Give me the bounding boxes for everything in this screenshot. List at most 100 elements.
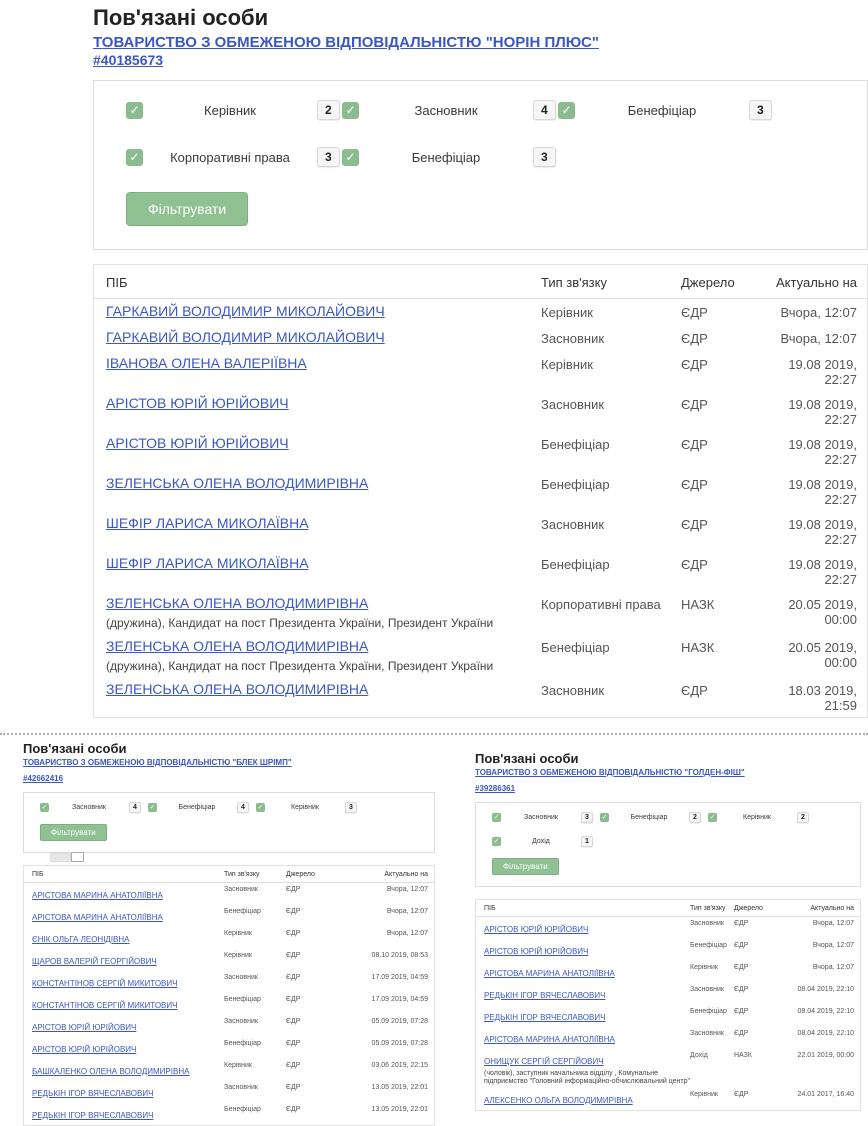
filter-label: Керівник <box>155 103 305 118</box>
checkbox-checked[interactable]: ✓ <box>492 837 501 846</box>
page-title: Пов'язані особи <box>93 5 868 31</box>
checkbox-checked[interactable]: ✓ <box>600 813 609 822</box>
company-code-link[interactable]: #39286361 <box>475 784 515 794</box>
relation-type: Бенефіціар <box>224 1039 286 1047</box>
actual-date: 22.01 2019, 00:00 <box>774 1051 854 1059</box>
checkbox-checked[interactable]: ✓ <box>558 102 575 119</box>
person-link[interactable]: ОНИЩУК СЕРГІЙ СЕРГІЙОВИЧ <box>484 1057 604 1066</box>
filter-button[interactable]: Фільтрувати <box>492 858 559 875</box>
source: ЄДР <box>681 435 776 452</box>
company-code-link[interactable]: #40185673 <box>93 52 163 69</box>
person-link[interactable]: АРІСТОВ ЮРІЙ ЮРІЙОВИЧ <box>32 1023 136 1032</box>
source: ЄДР <box>734 941 774 949</box>
checkbox-checked[interactable]: ✓ <box>148 803 157 812</box>
actual-date: 03.06 2019, 22:15 <box>336 1061 428 1069</box>
filter-panel: ✓Засновник3✓Бенефіціар2✓Керівник2✓Дохід1… <box>475 802 861 887</box>
person-link[interactable]: РЕДЬКІН ІГОР ВЯЧЕСЛАВОВИЧ <box>484 991 605 1000</box>
source: ЄДР <box>286 1105 336 1113</box>
person-link[interactable]: РЕДЬКІН ІГОР ВЯЧЕСЛАВОВИЧ <box>484 1013 605 1022</box>
person-link[interactable]: АРІСТОВ ЮРІЙ ЮРІЙОВИЧ <box>106 435 289 451</box>
person-link[interactable]: ГАРКАВИЙ ВОЛОДИМИР МИКОЛАЙОВИЧ <box>106 303 385 319</box>
filter-label: Дохід <box>509 838 573 845</box>
person-link[interactable]: ЗЕЛЕНСЬКА ОЛЕНА ВОЛОДИМИРІВНА <box>106 475 368 491</box>
checkbox-checked[interactable]: ✓ <box>492 813 501 822</box>
filter-button[interactable]: Фільтрувати <box>40 824 107 841</box>
company-link[interactable]: ТОВАРИСТВО З ОБМЕЖЕНОЮ ВІДПОВІДАЛЬНІСТЮ … <box>93 34 868 52</box>
person-link[interactable]: ЩАРОВ ВАЛЕРІЙ ГЕОРГІЙОВИЧ <box>32 957 157 966</box>
col-header-source: Джерело <box>681 275 776 290</box>
source: ЄДР <box>734 919 774 927</box>
relation-type: Корпоративні права <box>541 595 681 612</box>
actual-date: 20.05 2019, 00:00 <box>776 638 857 670</box>
source: ЄДР <box>681 555 776 572</box>
person-subtitle: (дружина), Кандидат на пост Президента У… <box>106 616 541 630</box>
checkbox-checked[interactable]: ✓ <box>256 803 265 812</box>
person-link[interactable]: БАШКАЛЕНКО ОЛЕНА ВОЛОДИМИРІВНА <box>32 1067 189 1076</box>
person-link[interactable]: АРІСТОВ ЮРІЙ ЮРІЙОВИЧ <box>484 925 588 934</box>
actual-date: 19.08 2019, 22:27 <box>776 435 857 467</box>
table-row: АРІСТОВА МАРИНА АНАТОЛІЇВНАКерівникЄДРВч… <box>476 961 860 983</box>
checkbox-checked[interactable]: ✓ <box>708 813 717 822</box>
cutoff-element <box>50 853 71 862</box>
person-link[interactable]: АЛЕКСЕНКО ОЛЬГА ВОЛОДИМИРІВНА <box>484 1096 633 1105</box>
filter-label: Засновник <box>509 814 573 821</box>
filter-label: Засновник <box>371 103 521 118</box>
filter-label: Бенефіціар <box>371 150 521 165</box>
person-link[interactable]: АРІСТОВА МАРИНА АНАТОЛІЇВНА <box>32 913 163 922</box>
table-row: АРІСТОВА МАРИНА АНАТОЛІЇВНАБенефіціарЄДР… <box>24 905 434 927</box>
relation-type: Керівник <box>224 1061 286 1069</box>
person-link[interactable]: РЕДЬКІН ІГОР ВЯЧЕСЛАВОВИЧ <box>32 1089 153 1098</box>
checkbox-checked[interactable]: ✓ <box>342 102 359 119</box>
table-body: ГАРКАВИЙ ВОЛОДИМИР МИКОЛАЙОВИЧКерівникЄД… <box>94 299 867 717</box>
filter-label: Засновник <box>57 804 121 811</box>
relation-type: Бенефіціар <box>690 941 734 949</box>
person-link[interactable]: АРІСТОВА МАРИНА АНАТОЛІЇВНА <box>484 1035 615 1044</box>
checkbox-checked[interactable]: ✓ <box>40 803 49 812</box>
source: ЄДР <box>734 1029 774 1037</box>
person-name-cell: БАШКАЛЕНКО ОЛЕНА ВОЛОДИМИРІВНА <box>32 1061 224 1079</box>
table-row: АРІСТОВ ЮРІЙ ЮРІЙОВИЧБенефіціарЄДР19.08 … <box>94 431 867 471</box>
person-link[interactable]: КОНСТАНТІНОВ СЕРГІЙ МИКИТОВИЧ <box>32 979 177 988</box>
person-link[interactable]: АРІСТОВ ЮРІЙ ЮРІЙОВИЧ <box>32 1045 136 1054</box>
filter-count-badge: 4 <box>237 802 249 813</box>
person-link[interactable]: ГАРКАВИЙ ВОЛОДИМИР МИКОЛАЙОВИЧ <box>106 329 385 345</box>
actual-date: 19.08 2019, 22:27 <box>776 555 857 587</box>
col-header-type: Тип зв'язку <box>690 905 734 912</box>
person-link[interactable]: ЄНІК ОЛЬГА ЛЕОНІДІВНА <box>32 935 130 944</box>
person-link[interactable]: ШЕФІР ЛАРИСА МИКОЛАЇВНА <box>106 555 309 571</box>
source: ЄДР <box>286 1061 336 1069</box>
person-name-cell: АРІСТОВ ЮРІЙ ЮРІЙОВИЧ <box>484 919 690 937</box>
person-link[interactable]: ЗЕЛЕНСЬКА ОЛЕНА ВОЛОДИМИРІВНА <box>106 638 368 654</box>
filter-option: ✓Керівник2 <box>708 812 816 823</box>
checkbox-checked[interactable]: ✓ <box>126 149 143 166</box>
company-link[interactable]: ТОВАРИСТВО З ОБМЕЖЕНОЮ ВІДПОВІДАЛЬНІСТЮ … <box>475 768 861 778</box>
person-link[interactable]: ІВАНОВА ОЛЕНА ВАЛЕРІЇВНА <box>106 355 307 371</box>
person-link[interactable]: АРІСТОВ ЮРІЙ ЮРІЙОВИЧ <box>106 395 289 411</box>
checkbox-checked[interactable]: ✓ <box>126 102 143 119</box>
checkbox-checked[interactable]: ✓ <box>342 149 359 166</box>
person-link[interactable]: ЗЕЛЕНСЬКА ОЛЕНА ВОЛОДИМИРІВНА <box>106 681 368 697</box>
person-link[interactable]: АРІСТОВА МАРИНА АНАТОЛІЇВНА <box>484 969 615 978</box>
person-link[interactable]: АРІСТОВ ЮРІЙ ЮРІЙОВИЧ <box>484 947 588 956</box>
person-link[interactable]: ШЕФІР ЛАРИСА МИКОЛАЇВНА <box>106 515 309 531</box>
relation-type: Бенефіціар <box>224 1105 286 1113</box>
person-link[interactable]: КОНСТАНТІНОВ СЕРГІЙ МИКИТОВИЧ <box>32 1001 177 1010</box>
table-row: АЛЕКСЕНКО ОЛЬГА ВОЛОДИМИРІВНАКерівникЄДР… <box>476 1088 860 1110</box>
person-name-cell: АРІСТОВ ЮРІЙ ЮРІЙОВИЧ <box>106 395 541 413</box>
actual-date: 05.09 2019, 07:28 <box>336 1017 428 1025</box>
relation-type: Бенефіціар <box>224 995 286 1003</box>
source: ЄДР <box>681 681 776 698</box>
table-body: АРІСТОВ ЮРІЙ ЮРІЙОВИЧЗасновникЄДРВчора, … <box>476 917 860 1110</box>
person-link[interactable]: ЗЕЛЕНСЬКА ОЛЕНА ВОЛОДИМИРІВНА <box>106 595 368 611</box>
filter-label: Корпоративні права <box>155 150 305 165</box>
filter-label: Бенефіціар <box>617 814 681 821</box>
person-link[interactable]: РЕДЬКІН ІГОР ВЯЧЕСЛАВОВИЧ <box>32 1111 153 1120</box>
person-name-cell: КОНСТАНТІНОВ СЕРГІЙ МИКИТОВИЧ <box>32 995 224 1013</box>
table-row: ГАРКАВИЙ ВОЛОДИМИР МИКОЛАЙОВИЧЗасновникЄ… <box>94 325 867 351</box>
filter-button[interactable]: Фільтрувати <box>126 192 248 226</box>
person-subtitle: (чоловік), заступник начальника відділу … <box>484 1070 690 1086</box>
person-link[interactable]: АРІСТОВА МАРИНА АНАТОЛІЇВНА <box>32 891 163 900</box>
company-code-link[interactable]: #42662416 <box>23 774 63 784</box>
source: ЄДР <box>286 1039 336 1047</box>
company-link[interactable]: ТОВАРИСТВО З ОБМЕЖЕНОЮ ВІДПОВІДАЛЬНІСТЮ … <box>23 758 435 768</box>
